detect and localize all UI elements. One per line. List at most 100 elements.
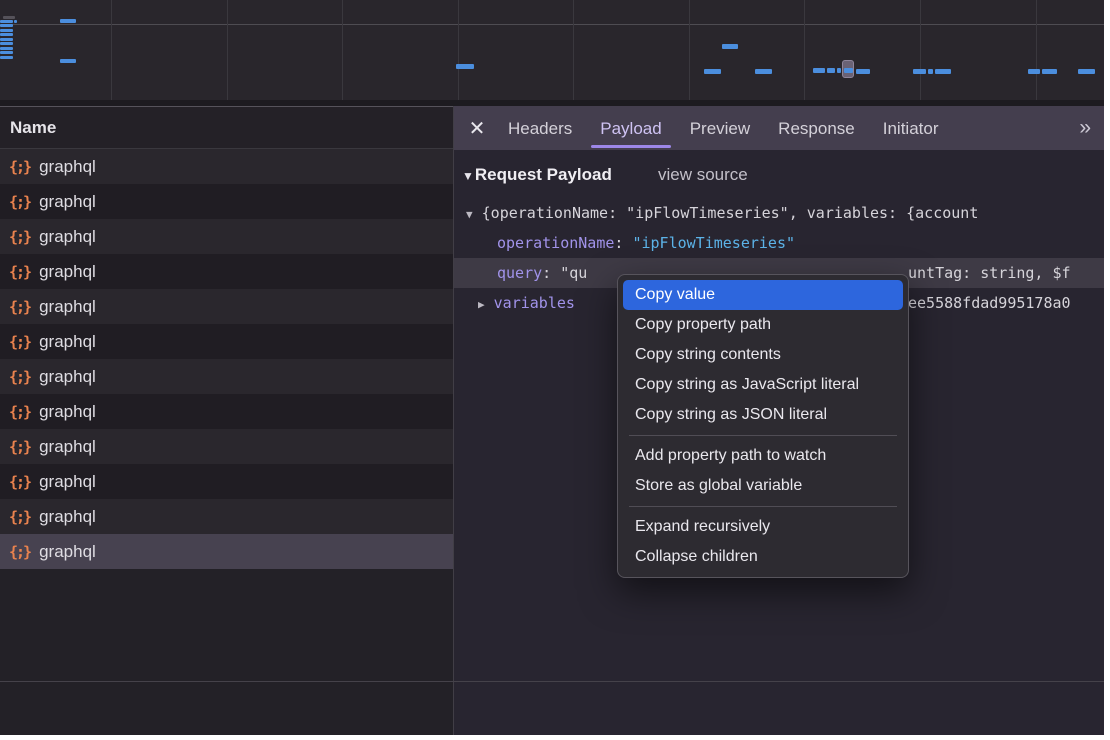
menu-item-store-as-global-variable[interactable]: Store as global variable [623, 471, 903, 501]
request-row[interactable]: {;}graphql [0, 324, 453, 359]
request-name-label: graphql [39, 262, 96, 282]
overview-timeline[interactable] [0, 0, 1104, 106]
expanded-arrow-icon[interactable]: ▼ [466, 208, 473, 221]
request-name-label: graphql [39, 542, 96, 562]
collapsed-arrow-icon[interactable]: ▶ [478, 298, 485, 311]
overview-gridline [227, 0, 228, 100]
request-timing-bar [704, 69, 721, 74]
collapse-triangle-icon[interactable]: ▼ [462, 169, 474, 183]
overview-gridline [111, 0, 112, 100]
request-timing-bar [14, 20, 17, 23]
view-source-link[interactable]: view source [658, 160, 748, 190]
request-timing-bar [0, 20, 13, 23]
json-braces-icon: {;} [9, 438, 30, 456]
menu-item-copy-property-path[interactable]: Copy property path [623, 310, 903, 340]
request-timing-bar [0, 47, 13, 50]
request-name-label: graphql [39, 367, 96, 387]
request-name-label: graphql [39, 192, 96, 212]
request-row[interactable]: {;} graphql [0, 219, 453, 254]
overview-baseline [0, 24, 1104, 25]
request-payload-header[interactable]: ▼Request Payload [462, 160, 612, 190]
tab-overflow-icon[interactable]: » [1079, 116, 1088, 140]
request-name-label: graphql [39, 437, 96, 457]
request-row[interactable]: {;} graphql [0, 499, 453, 534]
pane-splitter[interactable] [453, 106, 454, 735]
request-name-label: graphql [39, 227, 96, 247]
request-timing-bar [1078, 69, 1095, 74]
request-timing-bar [856, 69, 870, 74]
key-separator: : [614, 234, 632, 252]
request-row[interactable]: {;}graphql [0, 254, 453, 289]
tab-strip: HeadersPayloadPreviewResponseInitiator [494, 106, 952, 150]
property-key: query [497, 264, 542, 282]
property-key: variables [494, 294, 575, 312]
property-key: operationName [497, 234, 614, 252]
request-timing-bar [60, 19, 76, 23]
variables-value-right-fragment: ee5588fdad995178a0 [908, 288, 1071, 318]
overview-gridline [1036, 0, 1037, 100]
request-timing-bar [1042, 69, 1057, 74]
request-row[interactable]: {;}graphql [0, 534, 453, 569]
menu-divider [629, 435, 897, 436]
request-timing-bar [837, 68, 841, 73]
root-preview-text: {operationName: "ipFlowTimeseries", vari… [482, 204, 979, 222]
json-braces-icon: {;} [9, 403, 30, 421]
request-row[interactable]: {;}graphql [0, 289, 453, 324]
tab-preview[interactable]: Preview [676, 106, 764, 150]
tab-headers[interactable]: Headers [494, 106, 586, 150]
json-braces-icon: {;} [9, 508, 30, 526]
json-braces-icon: {;} [9, 158, 30, 176]
request-name-label: graphql [39, 472, 96, 492]
request-timing-bar [0, 56, 13, 59]
request-name-label: graphql [39, 297, 96, 317]
request-row[interactable]: {;} graphql [0, 184, 453, 219]
request-timing-bar [0, 24, 13, 27]
overview-gridline [689, 0, 690, 100]
request-list: {;} graphql {;} graphql {;} graphql {;} graphql… [0, 149, 453, 569]
request-timing-bar [755, 69, 772, 74]
request-table: Name {;}graphql{;}graphql{;}graphql{;}gr… [0, 106, 453, 735]
overview-gridline [342, 0, 343, 100]
tab-initiator[interactable]: Initiator [869, 106, 953, 150]
tree-operation-name-row[interactable]: operationName: "ipFlowTimeseries" [454, 228, 1104, 258]
json-braces-icon: {;} [9, 228, 30, 246]
request-timing-bar [813, 68, 825, 73]
context-menu: Copy valueCopy property pathCopy string … [617, 274, 909, 578]
request-row[interactable]: {;}graphql [0, 464, 453, 499]
detail-tabbar: ✕ HeadersPayloadPreviewResponseInitiator… [454, 106, 1104, 150]
menu-item-expand-recursively[interactable]: Expand recursively [623, 512, 903, 542]
menu-item-copy-string-contents[interactable]: Copy string contents [623, 340, 903, 370]
query-value-right-fragment: untTag: string, $f [908, 258, 1071, 288]
section-title: Request Payload [475, 165, 612, 184]
request-timing-bar [456, 64, 474, 69]
request-row[interactable]: {;} graphql [0, 359, 453, 394]
request-timing-bar [722, 44, 738, 49]
request-timing-bar [0, 29, 13, 32]
tree-root-row[interactable]: ▼ {operationName: "ipFlowTimeseries", va… [454, 198, 1104, 228]
request-name-label: graphql [39, 507, 96, 527]
request-timing-bar [0, 51, 13, 54]
request-timing-bar [3, 16, 15, 19]
menu-item-collapse-children[interactable]: Collapse children [623, 542, 903, 572]
key-separator: : [542, 264, 560, 282]
devtools-network-panel: Name {;}graphql{;}graphql{;}graphql{;}gr… [0, 0, 1104, 735]
close-icon[interactable]: ✕ [460, 116, 494, 141]
menu-item-add-property-path-to-watch[interactable]: Add property path to watch [623, 441, 903, 471]
request-row[interactable]: {;} graphql [0, 429, 453, 464]
request-row[interactable]: {;} graphql [0, 149, 453, 184]
tab-payload[interactable]: Payload [586, 106, 675, 150]
menu-item-copy-string-as-javascript-literal[interactable]: Copy string as JavaScript literal [623, 370, 903, 400]
request-name-label: graphql [39, 157, 96, 177]
request-timing-bar [0, 33, 13, 36]
menu-item-copy-value[interactable]: Copy value [623, 280, 903, 310]
json-braces-icon: {;} [9, 368, 30, 386]
name-column-header[interactable]: Name [0, 107, 453, 149]
request-timing-bar [844, 68, 853, 73]
request-row[interactable]: {;}graphql [0, 394, 453, 429]
request-timing-bar [928, 69, 933, 74]
menu-item-copy-string-as-json-literal[interactable]: Copy string as JSON literal [623, 400, 903, 430]
overview-gridline [804, 0, 805, 100]
request-timing-bar [935, 69, 951, 74]
tab-response[interactable]: Response [764, 106, 869, 150]
json-braces-icon: {;} [9, 193, 30, 211]
